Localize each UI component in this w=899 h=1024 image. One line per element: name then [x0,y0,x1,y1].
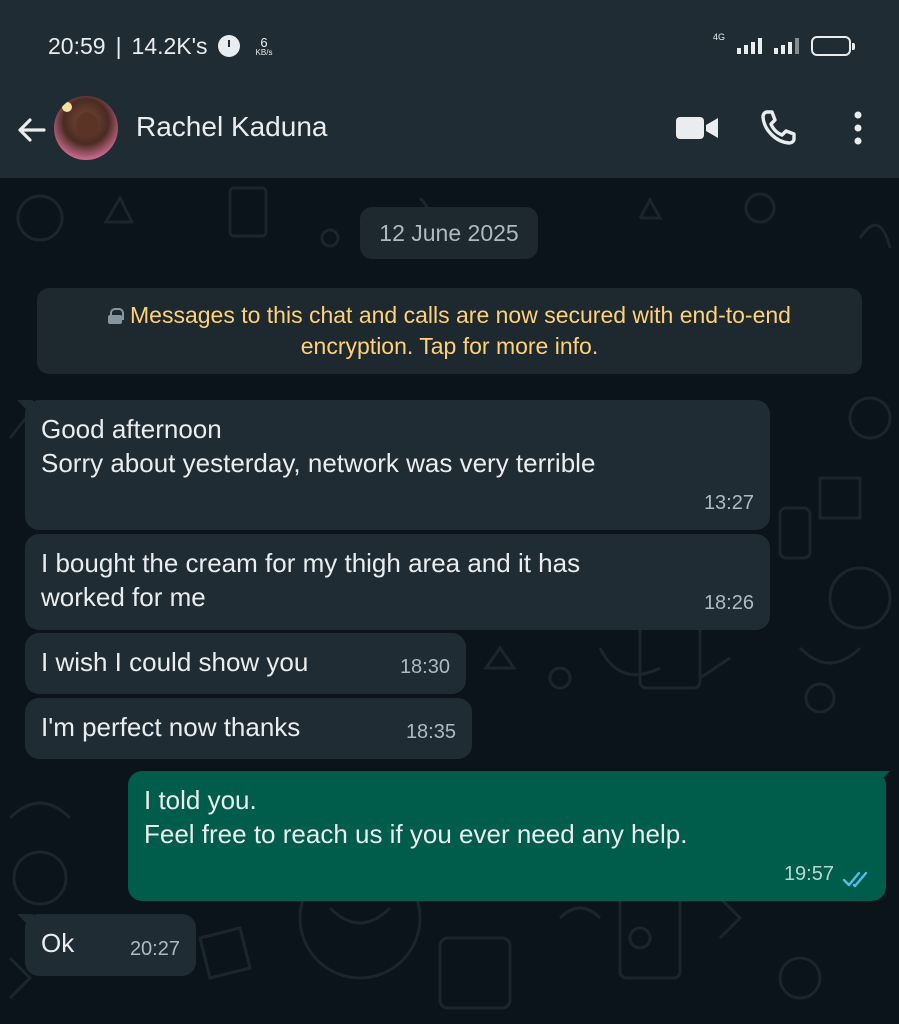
encryption-notice[interactable]: Messages to this chat and calls are now … [37,288,862,374]
contact-name[interactable]: Rachel Kaduna [136,111,327,143]
signal-icon [737,38,762,54]
status-time: 20:59 [48,32,106,59]
message-bubble-incoming[interactable]: Good afternoon Sorry about yesterday, ne… [25,400,770,530]
arrow-left-icon[interactable] [14,112,50,148]
voice-call-button[interactable] [754,108,802,148]
message-time: 20:27 [129,938,180,960]
speed-value: 6 [260,34,268,50]
message-text: I told you. Feel free to reach us if you… [144,785,688,849]
message-time: 18:35 [405,721,456,743]
status-bar: 20:59 | 14.2K's 6 KB/s 4G [0,0,899,92]
encryption-notice-text: Messages to this chat and calls are now … [130,302,791,359]
avatar[interactable] [54,96,118,160]
speed-unit: KB/s [255,47,273,57]
status-left: 20:59 | 14.2K's 6 KB/s [48,33,272,60]
chat-header: Rachel Kaduna [0,92,899,178]
date-chip: 12 June 2025 [360,207,538,259]
network-speed: 6 KB/s [256,36,273,57]
message-time: 18:30 [399,656,450,678]
lock-icon [108,308,124,324]
battery-icon [811,36,855,56]
status-separator: | [115,32,122,59]
status-data-usage: 14.2K's [131,32,208,59]
signal-icon-2 [774,38,799,54]
message-text: Good afternoon Sorry about yesterday, ne… [41,414,596,478]
message-bubble-incoming[interactable]: I'm perfect now thanks 18:35 [25,698,472,759]
message-text: I bought the cream for my thigh area and… [41,548,581,612]
message-bubble-incoming[interactable]: Ok 20:27 [25,914,196,976]
message-text: I wish I could show you [41,647,309,677]
alarm-icon [217,35,240,57]
message-time: 18:26 [703,592,754,614]
chat-area[interactable]: 12 June 2025 Messages to this chat and c… [0,178,899,1024]
video-call-button[interactable] [673,108,721,148]
message-time: 13:27 [703,492,754,514]
message-time: 19:57 [783,863,834,885]
message-bubble-incoming[interactable]: I bought the cream for my thigh area and… [25,534,770,630]
message-text: I'm perfect now thanks [41,712,301,742]
status-right: 4G [713,32,855,56]
double-check-icon [842,871,868,888]
more-options-button[interactable] [834,108,882,148]
more-vertical-icon [854,111,862,145]
message-bubble-outgoing[interactable]: I told you. Feel free to reach us if you… [128,771,886,901]
network-type: 4G [712,32,725,42]
message-bubble-incoming[interactable]: I wish I could show you 18:30 [25,633,466,694]
video-camera-icon [676,117,718,139]
phone-icon [761,110,796,145]
